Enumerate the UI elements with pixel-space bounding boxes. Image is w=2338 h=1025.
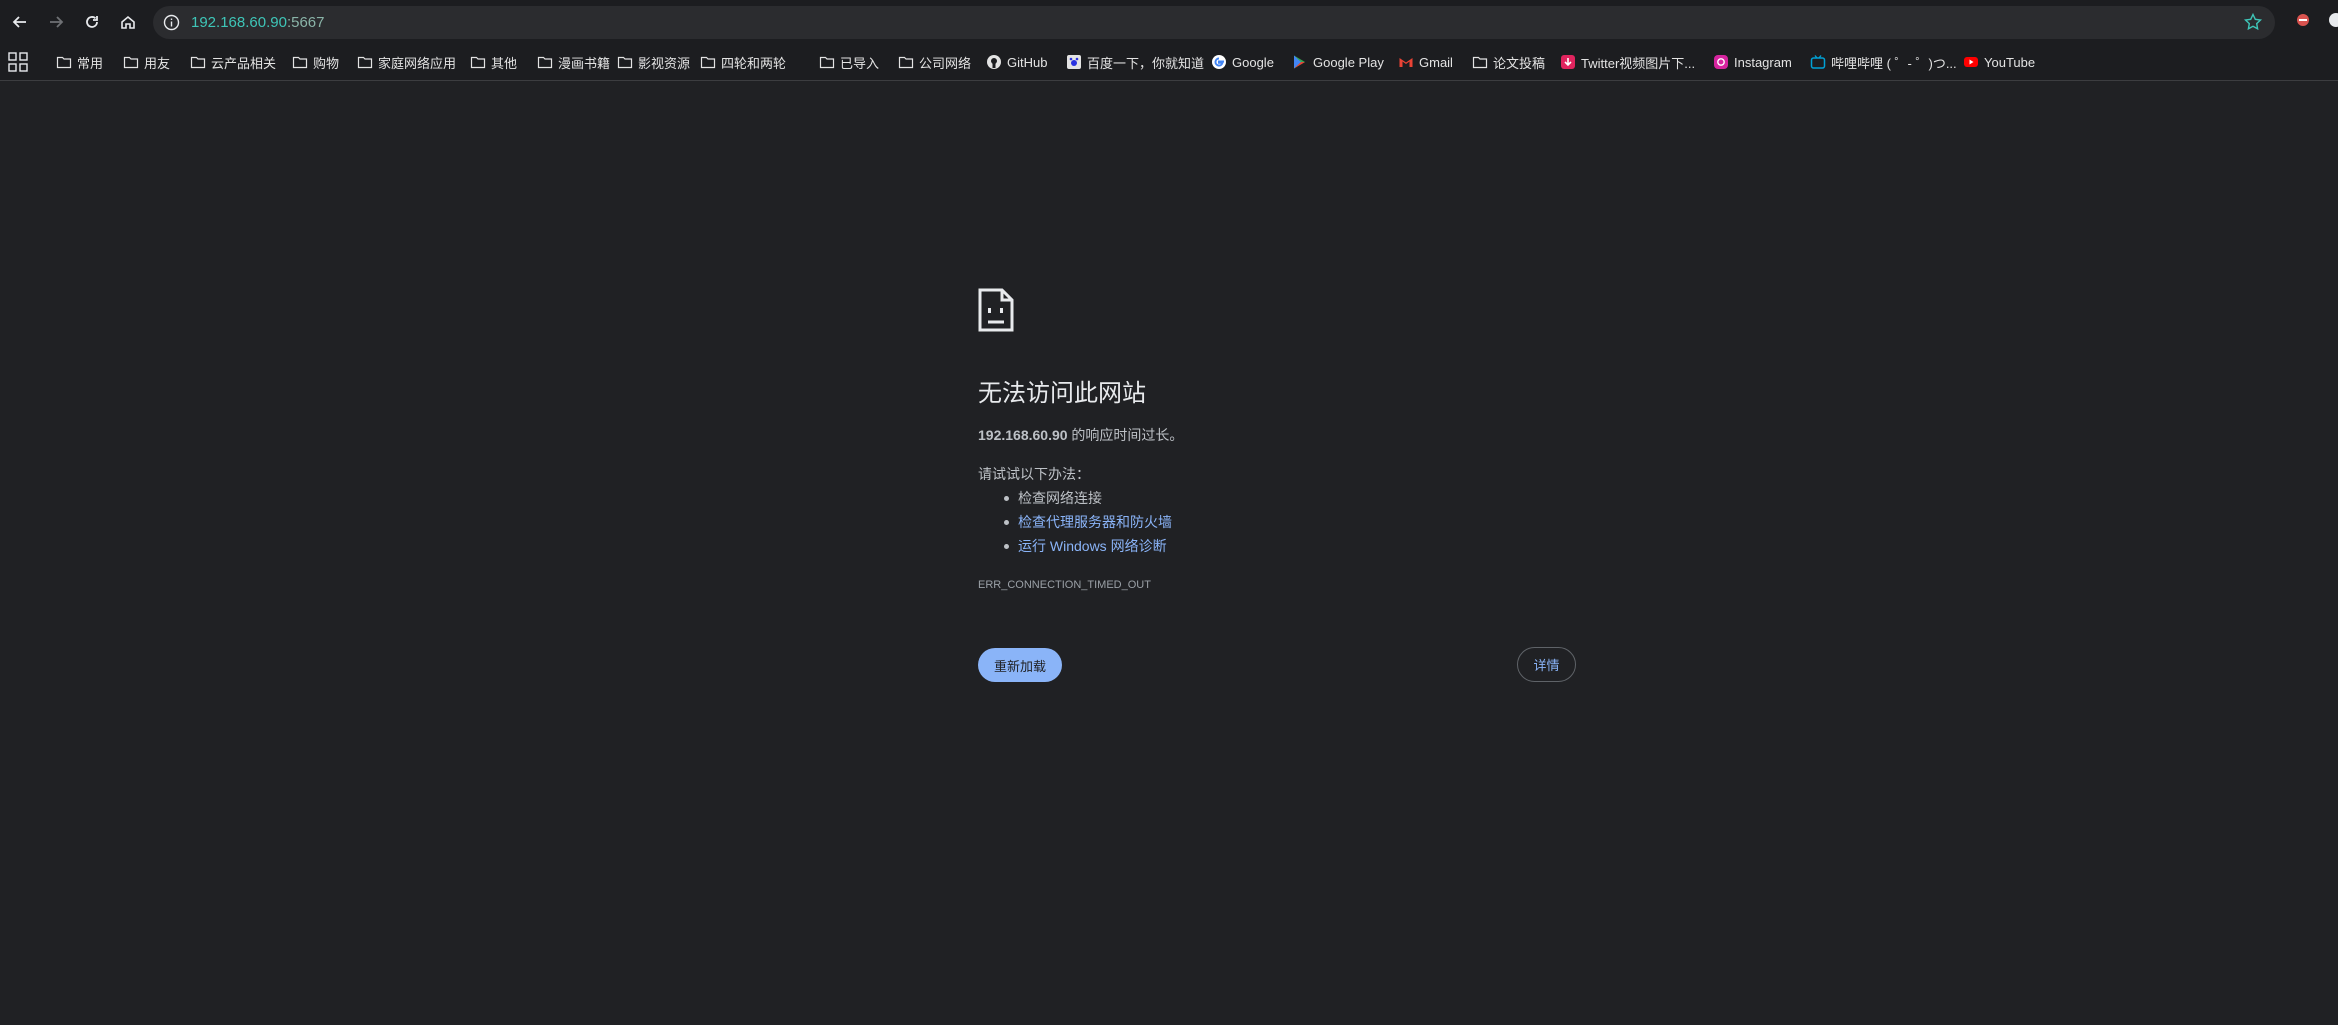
bookmark-label: 购物 — [313, 55, 340, 71]
bookmark-label: Google — [1232, 54, 1274, 70]
reload-button[interactable]: 重新加载 — [978, 648, 1062, 682]
bookmark-item[interactable]: 常用 — [56, 44, 103, 80]
bookmark-item[interactable]: 用友 — [123, 44, 170, 80]
extension-icon[interactable] — [2295, 12, 2311, 28]
bookmark-item[interactable]: Google Play — [1292, 44, 1384, 80]
back-button[interactable] — [6, 8, 34, 36]
gmail-icon — [1399, 58, 1413, 67]
bookmark-label: 家庭网络应用 — [378, 55, 457, 71]
bookmark-item[interactable]: Instagram — [1713, 44, 1792, 80]
forward-button[interactable] — [42, 8, 70, 36]
bookmark-item[interactable]: 其他 — [470, 44, 517, 80]
bookmark-label: Twitter视频图片下... — [1581, 55, 1696, 71]
bookmark-item[interactable]: Gmail — [1398, 44, 1453, 80]
folder-icon — [700, 56, 716, 69]
try-label: 请试试以下办法： — [978, 466, 1090, 482]
star-icon[interactable] — [2243, 12, 2263, 32]
bookmark-item[interactable]: Google — [1211, 44, 1274, 80]
arrow-left-icon — [12, 16, 26, 28]
profile-icon[interactable] — [2328, 12, 2338, 28]
error-message: 的响应时间过长。 — [1067, 427, 1184, 443]
sad-page-icon — [978, 288, 1014, 332]
suggestion-check-network: 检查网络连接 — [1004, 490, 1102, 506]
folder-icon — [292, 56, 308, 69]
bookmark-item[interactable]: 百度一下，你就知道 — [1066, 44, 1204, 80]
bookmark-item[interactable]: 已导入 — [819, 44, 879, 80]
bookmark-item[interactable]: 公司网络 — [898, 44, 971, 80]
bilibili-icon — [1810, 55, 1826, 69]
instagram-icon — [1714, 55, 1728, 69]
bookmark-label: 哔哩哔哩 ( ゜- ゜)つ... — [1831, 55, 1957, 71]
folder-icon — [819, 56, 835, 69]
bookmark-item[interactable]: 购物 — [292, 44, 339, 80]
folder-icon — [56, 56, 72, 69]
home-icon — [121, 15, 135, 29]
folder-icon — [1472, 56, 1488, 69]
error-title: 无法访问此网站 — [978, 380, 1146, 407]
browser-toolbar: 192.168.60.90:5667 — [0, 0, 2338, 44]
folder-icon — [537, 56, 553, 69]
bookmark-label: 云产品相关 — [211, 55, 277, 71]
bookmark-label: YouTube — [1984, 54, 2036, 70]
google-icon — [1212, 55, 1226, 69]
suggestion-network-diagnostics-link[interactable]: 运行 Windows 网络诊断 — [1004, 536, 1167, 556]
google-play-icon — [1294, 55, 1305, 69]
baidu-icon — [1067, 55, 1081, 69]
youtube-icon — [1964, 57, 1978, 67]
refresh-icon — [86, 16, 98, 28]
bookmark-label: Gmail — [1419, 54, 1453, 70]
bookmark-item[interactable]: 论文投稿 — [1472, 44, 1545, 80]
address-bar[interactable]: 192.168.60.90:5667 — [153, 6, 2275, 39]
bookmark-item[interactable]: 影视资源 — [617, 44, 690, 80]
url-host: 192.168.60.90 — [191, 14, 287, 31]
bookmark-item[interactable]: 家庭网络应用 — [357, 44, 456, 80]
bookmark-label: Instagram — [1734, 54, 1792, 70]
bookmark-label: 常用 — [77, 55, 104, 71]
bookmark-item[interactable]: 云产品相关 — [190, 44, 276, 80]
folder-icon — [190, 56, 206, 69]
error-host: 192.168.60.90 — [978, 427, 1068, 443]
bookmark-item[interactable]: 漫画书籍 — [537, 44, 610, 80]
details-button[interactable]: 详情 — [1517, 647, 1576, 682]
folder-icon — [357, 56, 373, 69]
folder-icon — [470, 56, 486, 69]
error-description: 192.168.60.90 的响应时间过长。 — [978, 425, 1183, 445]
bookmark-item[interactable]: GitHub — [986, 44, 1047, 80]
apps-grid-icon[interactable] — [8, 52, 28, 72]
error-code: ERR_CONNECTION_TIMED_OUT — [978, 579, 1151, 591]
bookmark-label: 百度一下，你就知道 — [1087, 55, 1205, 71]
github-icon — [987, 55, 1001, 69]
folder-icon — [617, 56, 633, 69]
bookmark-label: 用友 — [144, 55, 171, 71]
bookmark-label: 其他 — [491, 55, 518, 71]
suggestion-check-proxy-link[interactable]: 检查代理服务器和防火墙 — [1004, 512, 1172, 532]
folder-icon — [123, 56, 139, 69]
bookmark-label: 四轮和两轮 — [721, 55, 787, 71]
home-button[interactable] — [114, 8, 142, 36]
bookmark-label: 公司网络 — [919, 55, 972, 71]
bookmark-label: 论文投稿 — [1493, 55, 1546, 71]
arrow-right-icon — [50, 16, 64, 28]
folder-icon — [898, 56, 914, 69]
bookmark-label: 漫画书籍 — [558, 55, 611, 71]
bookmark-item[interactable]: YouTube — [1963, 44, 2035, 80]
bookmark-item[interactable]: 四轮和两轮 — [700, 44, 786, 80]
bookmarks-bar: 常用 用友 云产品相关 购物 家庭网络应用 其他 漫画书籍 影视资源 四轮和两轮 已导入 公司网络 G… — [0, 44, 2338, 81]
bookmark-label: 影视资源 — [638, 55, 691, 71]
info-icon[interactable] — [163, 14, 180, 31]
url-text[interactable]: 192.168.60.90:5667 — [191, 13, 324, 32]
reload-page-button[interactable] — [78, 8, 106, 36]
bookmark-label: 已导入 — [840, 55, 880, 71]
twitter-downloader-icon — [1561, 55, 1575, 69]
bookmark-item[interactable]: 哔哩哔哩 ( ゜- ゜)つ... — [1810, 44, 1957, 80]
bookmark-label: GitHub — [1007, 54, 1048, 70]
bookmark-item[interactable]: Twitter视频图片下... — [1560, 44, 1695, 80]
bookmark-label: Google Play — [1313, 54, 1384, 70]
url-port: :5667 — [286, 14, 325, 31]
